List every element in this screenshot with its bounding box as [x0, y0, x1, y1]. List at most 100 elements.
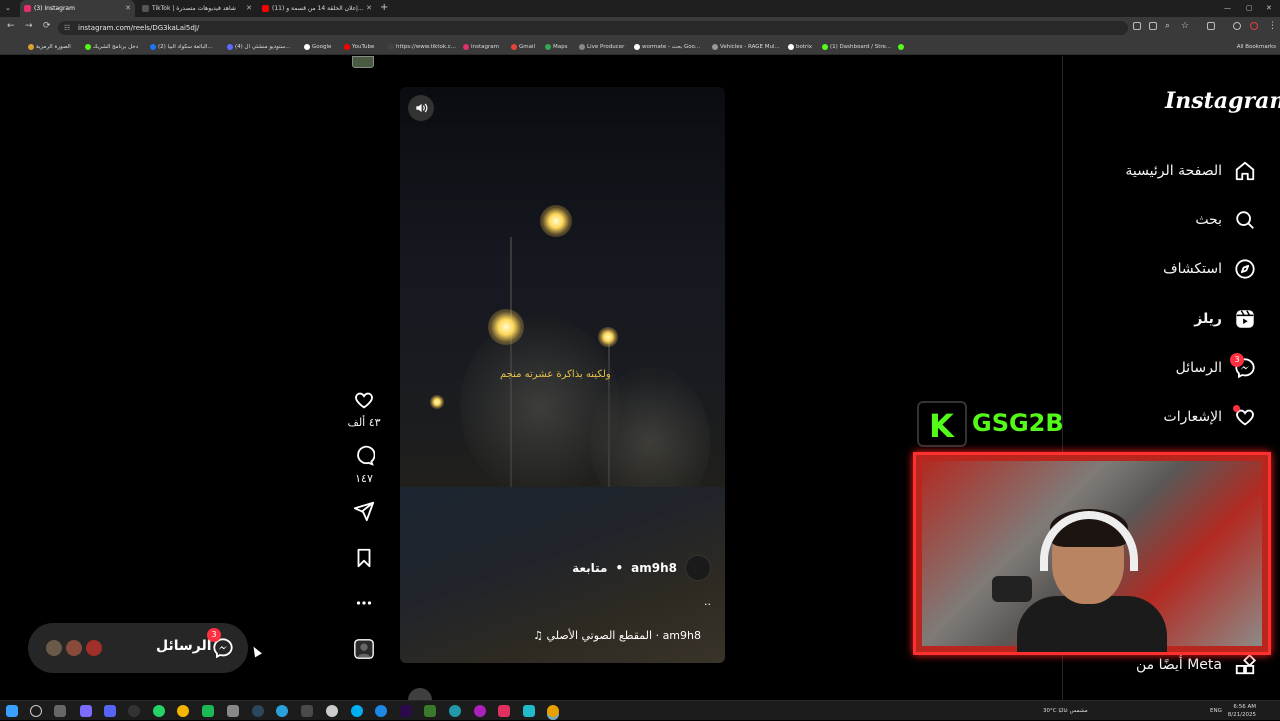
back-icon[interactable]: ←	[7, 21, 15, 31]
bookmark-item[interactable]: دخل برنامج الشريك	[85, 39, 138, 55]
bookmark-label: wormate - بحث Goo...	[642, 44, 701, 50]
browser-toolbar: ← → ⟳ ☷ instagram.com/reels/DG3kaLai5dJ/…	[0, 17, 1280, 39]
reload-icon[interactable]: ⟳	[43, 21, 51, 31]
tiktok-favicon-icon	[142, 5, 149, 12]
skype-icon[interactable]	[351, 705, 363, 717]
more-options-button[interactable]	[340, 592, 388, 618]
tiktok-icon	[388, 44, 394, 50]
bookmark-item[interactable]: (4) ستوديو منشئي ال...	[227, 39, 291, 55]
clock[interactable]: 6:56 AM 8/21/2025	[1228, 703, 1256, 719]
messages-pill[interactable]: الرسائل 3	[28, 623, 248, 673]
discord-icon[interactable]	[104, 705, 116, 717]
sidebar-item-explore[interactable]: استكشاف	[1163, 257, 1256, 281]
audio-thumbnail[interactable]	[340, 638, 388, 664]
app-icon[interactable]	[227, 705, 239, 717]
share-button[interactable]	[340, 500, 388, 526]
bookmark-item[interactable]: (1) Dashboard / Stre...	[822, 39, 891, 55]
app-icon[interactable]	[523, 705, 535, 717]
instagram-logo[interactable]: Instagram	[1165, 88, 1280, 114]
sidebar-item-search[interactable]: بحث	[1195, 208, 1256, 232]
app-icon[interactable]	[326, 705, 338, 717]
language-indicator[interactable]: ENG	[1210, 701, 1222, 721]
caption-more[interactable]: ..	[704, 595, 711, 608]
tab-tiktok[interactable]: TikTok | شاهد فيديوهات متصدرة ✕	[138, 0, 256, 17]
street-lamp	[488, 309, 524, 345]
bookmark-item[interactable]: Instagram	[463, 39, 499, 55]
tab-search-icon[interactable]: ⌄	[5, 0, 11, 16]
sidebar-item-reels[interactable]: ريلز	[1194, 307, 1256, 331]
audio-link[interactable]: ♫ المقطع الصوتي الأصلي · am9h8	[533, 629, 701, 642]
premiere-icon[interactable]	[400, 705, 412, 717]
bookmark-item[interactable]: الصورة الرمزية	[28, 39, 71, 55]
menu-icon[interactable]: ⋮	[1268, 21, 1277, 31]
bookmark-item[interactable]: Maps	[545, 39, 567, 55]
bookmark-item[interactable]: Gmail	[511, 39, 535, 55]
separator: •	[615, 561, 624, 575]
search-icon[interactable]	[30, 705, 42, 717]
forward-icon[interactable]: →	[25, 21, 33, 31]
volume-button[interactable]	[408, 95, 434, 121]
task-view-icon[interactable]	[54, 705, 66, 717]
all-bookmarks-button[interactable]: All Bookmarks	[1237, 39, 1276, 55]
follow-button[interactable]: متابعة	[572, 561, 607, 575]
app-icon[interactable]	[375, 705, 387, 717]
tab-instagram[interactable]: (3) Instagram ✕	[20, 0, 135, 17]
bookmark-item[interactable]: botrix	[788, 39, 812, 55]
zoom-icon[interactable]: ⌕	[1165, 21, 1170, 31]
webcam-background	[922, 461, 1262, 652]
app-icon[interactable]	[424, 705, 436, 717]
bookmark-label: (4) ستوديو منشئي ال...	[235, 44, 291, 50]
address-bar[interactable]: ☷ instagram.com/reels/DG3kaLai5dJ/	[58, 21, 1128, 35]
like-button[interactable]: ٤٣ ألف	[340, 389, 388, 429]
install-icon[interactable]	[1133, 22, 1141, 30]
comment-button[interactable]: ١٤٧	[340, 445, 388, 485]
app-icon[interactable]	[449, 705, 461, 717]
user-avatar[interactable]	[685, 555, 711, 581]
bookmark-item[interactable]: Live Producer	[579, 39, 624, 55]
start-icon[interactable]	[6, 705, 18, 717]
steam-icon[interactable]	[252, 705, 264, 717]
tiktok-icon[interactable]	[498, 705, 510, 717]
bookmark-item[interactable]: (2) البائعة سكواد البيا...	[150, 39, 213, 55]
reel-video[interactable]: ولكينه بذاكرة عشرته منجم متابعة • am9h8 …	[400, 87, 725, 663]
extensions-icon[interactable]	[1207, 22, 1215, 30]
app-icon[interactable]	[474, 705, 486, 717]
close-window-icon[interactable]: ✕	[1266, 0, 1272, 16]
bookmark-item[interactable]: Vehicles - RAGE Mul...	[712, 39, 780, 55]
profile-icon[interactable]	[1233, 22, 1241, 30]
obs-icon[interactable]	[128, 705, 140, 717]
copilot-icon[interactable]	[80, 705, 92, 717]
close-tab-icon[interactable]: ✕	[246, 0, 252, 17]
next-reel-volume-button[interactable]	[408, 688, 432, 700]
previous-reel-thumbnail[interactable]	[352, 56, 374, 68]
bookmark-star-icon[interactable]: ☆	[1181, 21, 1189, 31]
telegram-icon[interactable]	[276, 705, 288, 717]
minimize-icon[interactable]: —	[1224, 0, 1231, 16]
bookmark-item[interactable]: https://www.tiktok.c...	[388, 39, 456, 55]
weather-widget[interactable]: 30°C مشمس غالبًا	[1043, 701, 1088, 721]
new-tab-button[interactable]: +	[380, 0, 388, 16]
chrome-icon[interactable]	[177, 705, 189, 717]
recording-icon[interactable]	[1250, 22, 1258, 30]
bookmark-item[interactable]: Google	[304, 39, 331, 55]
translate-icon[interactable]	[1149, 22, 1157, 30]
sidebar-item-notifications[interactable]: الإشعارات	[1164, 405, 1256, 429]
maximize-icon[interactable]: ▢	[1246, 0, 1253, 16]
bookmark-item[interactable]: YouTube	[344, 39, 374, 55]
also-from-meta-label: أيضًا من Meta	[1135, 657, 1222, 673]
username-link[interactable]: am9h8	[631, 561, 677, 575]
sidebar-item-home[interactable]: الصفحة الرئيسية	[1125, 159, 1256, 183]
close-tab-icon[interactable]: ✕	[125, 0, 131, 17]
close-tab-icon[interactable]: ✕	[366, 0, 372, 17]
bookmarks-bar: الصورة الرمزية دخل برنامج الشريك (2) الب…	[0, 39, 1280, 55]
sidebar-item-label: الصفحة الرئيسية	[1125, 163, 1222, 179]
save-button[interactable]	[340, 547, 388, 573]
app-icon[interactable]	[301, 705, 313, 717]
bookmark-item[interactable]: wormate - بحث Goo...	[634, 39, 700, 55]
tab-youtube[interactable]: (11) إعلان الحلقة 14 من قسمة و... ✕	[258, 0, 376, 17]
whatsapp-icon[interactable]	[153, 705, 165, 717]
spotify-icon[interactable]	[202, 705, 214, 717]
also-from-meta[interactable]: أيضًا من Meta	[1136, 654, 1256, 676]
site-info-icon[interactable]: ☷	[64, 21, 70, 35]
chrome-icon[interactable]	[547, 705, 559, 717]
